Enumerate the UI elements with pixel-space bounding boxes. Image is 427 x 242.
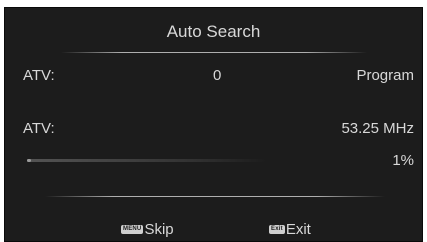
auto-search-dialog: Auto Search ATV: 0 Program ATV: 53.25 MH…: [4, 7, 423, 242]
atv-frequency-value: 53.25 MHz: [341, 120, 414, 137]
dialog-title: Auto Search: [166, 22, 261, 41]
title-divider: [61, 52, 367, 53]
search-progress-fill: [27, 159, 31, 162]
skip-hint[interactable]: MENU Skip: [121, 221, 174, 238]
exit-hint[interactable]: Exit Exit: [269, 221, 311, 238]
exit-label: Exit: [285, 221, 311, 238]
skip-label: Skip: [144, 221, 174, 238]
program-label: Program: [356, 67, 414, 84]
footer-divider: [45, 196, 385, 197]
exit-key-icon: Exit: [269, 225, 285, 234]
menu-key-icon: MENU: [121, 225, 144, 234]
atv-count-label: ATV:: [23, 67, 55, 84]
search-progress-bar: [27, 159, 267, 162]
atv-frequency-label: ATV:: [23, 120, 55, 137]
atv-channel-count: 0: [213, 67, 222, 84]
search-progress-percent: 1%: [392, 152, 414, 169]
